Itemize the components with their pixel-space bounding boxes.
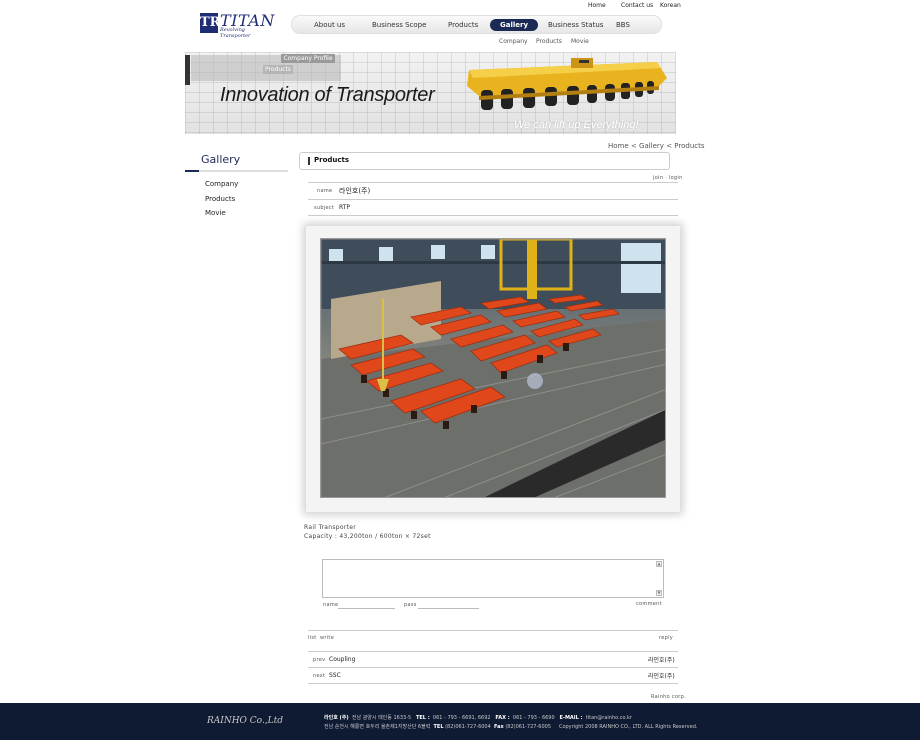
page-title: Products	[314, 156, 350, 164]
sidebar-item-products[interactable]: Products	[205, 195, 235, 203]
footer-copyright: Copyright 2008 RAINHO CO., LTD. ALL Righ…	[558, 724, 698, 730]
content-header: Products	[299, 152, 670, 170]
comment-name-label: name	[323, 602, 339, 608]
photo-caption-title: Rail Transporter	[304, 524, 357, 531]
sidebar-item-company[interactable]: Company	[205, 180, 238, 188]
divider	[308, 182, 678, 183]
footer-tel-label: TEL :	[415, 715, 430, 721]
sidebar-divider	[185, 170, 288, 172]
breadcrumb-home[interactable]: Home	[608, 142, 629, 150]
subnav-movie[interactable]: Movie	[571, 38, 589, 45]
titan-logo-mark: TR	[200, 13, 220, 33]
footer-tel2-label: TEL	[433, 724, 444, 730]
comment-submit-button[interactable]: comment	[636, 601, 662, 607]
subnav-products[interactable]: Products	[536, 38, 562, 45]
titan-logo-tagline: Revolving Transporter	[220, 27, 251, 39]
reply-button[interactable]: reply	[659, 635, 673, 641]
footer-fax-label: FAX :	[495, 715, 510, 721]
transporter-vehicle-image	[467, 58, 667, 110]
gallery-photo-frame	[306, 226, 680, 512]
footer-line-2: 전남 순천시 해룡면 호두리 율촌제1지방산단 6블럭 TEL (82)061-…	[324, 723, 697, 730]
heading-bar	[308, 157, 310, 165]
banner-title: Innovation of Transporter	[220, 84, 435, 106]
footer-email[interactable]: titan@rainho.co.kr	[586, 715, 632, 721]
nav-about-us[interactable]: About us	[314, 19, 345, 31]
rail-transporter-photo	[321, 239, 665, 497]
next-post-link[interactable]: SSC	[329, 672, 341, 679]
next-label: next	[313, 673, 326, 679]
gallery-photo[interactable]	[320, 238, 666, 498]
breadcrumb-gallery[interactable]: Gallery	[639, 142, 664, 150]
subnav-company[interactable]: Company	[499, 38, 528, 45]
breadcrumb: Home < Gallery < Products	[608, 142, 705, 150]
footer-fax2-label: Fax	[493, 724, 504, 730]
breadcrumb-separator: <	[630, 142, 637, 150]
banner-accent-bar	[185, 55, 190, 85]
home-link[interactable]: Home	[588, 2, 606, 9]
banner-tab-products: Products	[263, 65, 293, 74]
comment-password-field[interactable]	[418, 608, 479, 609]
divider	[308, 199, 678, 200]
footer-line-1: 라인호 (주) 전남 광양시 태인동 1633-5 TEL : 061 - 79…	[324, 714, 632, 721]
comment-pass-label: pass	[404, 602, 417, 608]
comment-name-field[interactable]	[338, 608, 395, 609]
main-nav: About us Business Scope Products Gallery…	[291, 15, 662, 34]
divider	[308, 683, 678, 684]
footer-email-label: E-MAIL :	[559, 715, 583, 721]
photo-caption-capacity: Capacity : 43,200ton / 600ton × 72set	[304, 533, 431, 540]
contact-us-link[interactable]: Contact us	[621, 2, 653, 9]
footer-fax: 061 - 793 - 6690	[512, 715, 555, 721]
nav-business-status[interactable]: Business Status	[548, 19, 603, 31]
sidebar-title: Gallery	[201, 153, 241, 166]
footer-tel: 061 - 793 - 6691, 6692	[432, 715, 491, 721]
comment-textarea[interactable]: ▲ ▼	[322, 559, 664, 598]
banner-tab-company-profile: Company Profile	[281, 54, 335, 63]
breadcrumb-products: Products	[674, 142, 705, 150]
footer-address-1: 전남 광양시 태인동 1633-5	[351, 715, 412, 721]
nav-business-scope[interactable]: Business Scope	[372, 19, 426, 31]
divider	[308, 667, 678, 668]
divider	[308, 651, 678, 652]
footer-company: 라인호 (주)	[324, 715, 349, 721]
join-login-link[interactable]: join · login	[653, 175, 683, 181]
footer-tel-2: (82)061-727-6004	[445, 724, 491, 730]
prev-label: prev	[313, 657, 326, 663]
sidebar-item-movie[interactable]: Movie	[205, 209, 226, 217]
nav-bbs[interactable]: BBS	[616, 19, 630, 31]
titan-logo[interactable]: TR TITAN Revolving Transporter	[200, 11, 274, 39]
scroll-down-icon[interactable]: ▼	[656, 590, 662, 596]
next-post-author: 라인호(주)	[648, 673, 675, 680]
footer-fax-2: (82)061-727-6005	[505, 724, 551, 730]
footer-logo: RAINHO Co.,Ltd	[207, 716, 284, 726]
list-button[interactable]: list	[308, 635, 317, 641]
hero-banner: Company Profile Products Innovation of T…	[185, 52, 676, 134]
credit-text: Rainho corp.	[651, 694, 687, 700]
write-button[interactable]: write	[320, 635, 334, 641]
sidebar-divider-accent	[185, 170, 199, 172]
name-label: name	[317, 188, 333, 194]
scroll-up-icon[interactable]: ▲	[656, 561, 662, 567]
divider	[308, 630, 678, 631]
banner-slogan: We can lift up Everything!	[514, 119, 639, 131]
prev-post-link[interactable]: Coupling	[329, 656, 355, 663]
nav-products[interactable]: Products	[448, 19, 478, 31]
nav-gallery[interactable]: Gallery	[490, 19, 539, 31]
post-subject: RTP	[339, 204, 351, 211]
breadcrumb-separator: <	[666, 142, 673, 150]
author-name: 라인호(주)	[339, 187, 371, 195]
site-footer: RAINHO Co.,Ltd 라인호 (주) 전남 광양시 태인동 1633-5…	[0, 703, 920, 740]
footer-address-2: 전남 순천시 해룡면 호두리 율촌제1지방산단 6블럭	[324, 724, 431, 730]
divider	[308, 215, 678, 216]
prev-post-author: 라인호(주)	[648, 657, 675, 664]
subject-label: subject	[314, 205, 335, 211]
korean-link[interactable]: Korean	[660, 2, 681, 9]
